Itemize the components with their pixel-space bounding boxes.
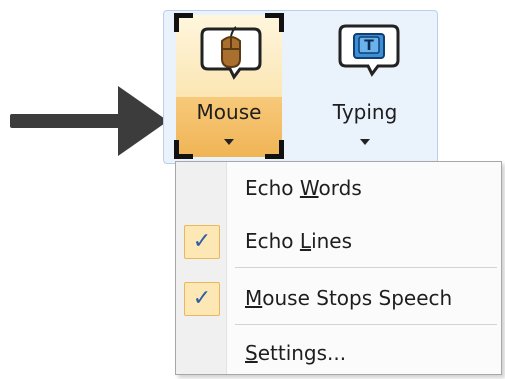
checkmark-icon: ✓ — [184, 225, 220, 259]
selection-corner — [265, 140, 284, 159]
menu-item-label: Mouse Stops Speech — [245, 286, 453, 310]
svg-text:T: T — [364, 38, 374, 54]
menu-separator — [235, 324, 497, 325]
chevron-down-icon[interactable] — [360, 139, 370, 145]
menu-item-settings[interactable]: Settings... — [176, 332, 501, 376]
menu-item-mouse-stops-speech[interactable]: ✓ Mouse Stops Speech — [176, 277, 501, 321]
right-arrow-icon — [10, 114, 132, 128]
selection-corner — [265, 13, 284, 32]
selection-corner — [174, 13, 193, 32]
selection-corner — [174, 140, 193, 159]
menu-item-label: Echo Lines — [245, 229, 353, 253]
mouse-button-label: Mouse — [196, 100, 262, 124]
checkmark-icon: ✓ — [184, 282, 220, 316]
mouse-icon — [200, 26, 262, 80]
arrow-head — [118, 86, 168, 156]
chevron-down-icon — [224, 139, 234, 145]
typing-button-label[interactable]: Typing — [310, 100, 420, 124]
keyboard-t-icon: T — [338, 24, 400, 77]
menu-separator — [235, 267, 497, 268]
menu-item-label: Settings... — [245, 341, 347, 365]
menu-item-echo-words[interactable]: Echo Words — [176, 167, 501, 211]
mouse-dropdown-menu: Echo Words ✓ Echo Lines ✓ Mouse Stops Sp… — [175, 161, 502, 375]
menu-item-label: Echo Words — [245, 176, 362, 200]
mouse-split-button[interactable] — [174, 13, 284, 159]
menu-item-echo-lines[interactable]: ✓ Echo Lines — [176, 220, 501, 264]
